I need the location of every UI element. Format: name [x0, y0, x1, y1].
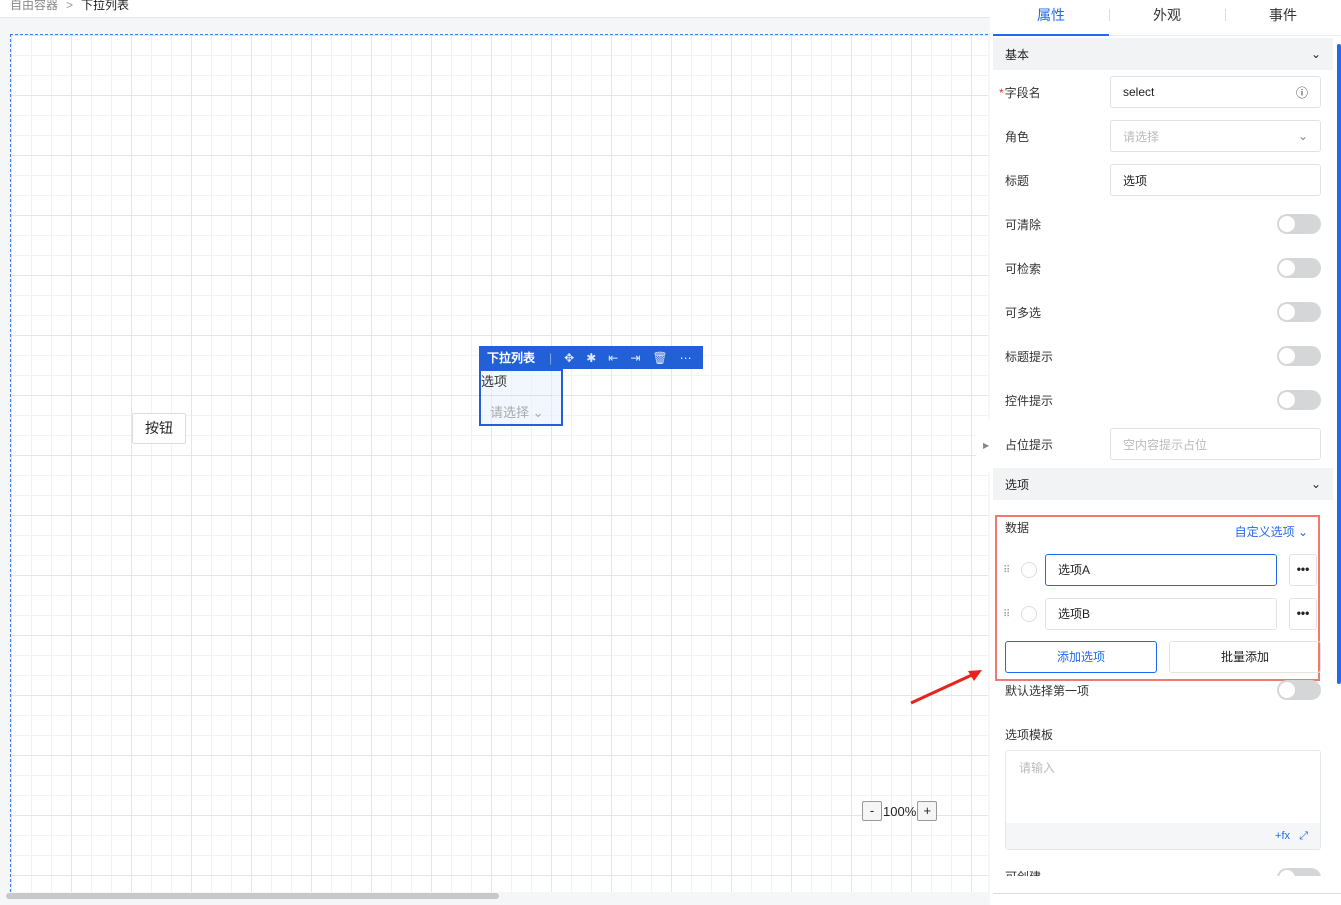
title-value: 选项 — [1123, 173, 1148, 188]
control-tip-row: 控件提示 — [993, 378, 1341, 422]
clearable-toggle[interactable] — [1277, 214, 1321, 234]
trash-icon[interactable]: 🗑 — [652, 351, 667, 365]
widget-toolbar: 下拉列表 | ✥ ✱ ⇤ ⇥ 🗑 ⋯ — [479, 346, 703, 369]
option-radio[interactable] — [1021, 606, 1037, 622]
title-tip-row: 标题提示 — [993, 334, 1341, 378]
option-input[interactable]: 选项A — [1045, 554, 1277, 586]
default-first-toggle[interactable] — [1277, 680, 1321, 700]
option-more-button[interactable]: ••• — [1289, 554, 1317, 586]
section-basic[interactable]: 基本 ⌄ — [993, 38, 1333, 70]
button-widget[interactable]: 按钮 — [132, 413, 186, 444]
title-row: 标题 选项 — [993, 158, 1341, 202]
expand-icon[interactable]: ⤢ — [1299, 830, 1308, 842]
field-name-input[interactable]: select ⓘ — [1110, 76, 1321, 108]
zoom-control: - 100% + — [862, 801, 938, 821]
field-label: 字段名 — [1004, 85, 1041, 100]
creatable-row: 可创建 — [993, 862, 1341, 876]
select-widget[interactable]: 选项 请选择 ⌄ — [479, 369, 563, 426]
chevron-down-icon: ⌄ — [1297, 129, 1308, 143]
info-icon[interactable]: ⓘ — [1296, 84, 1308, 101]
data-label: 数据 — [1005, 521, 1030, 535]
tab-appearance[interactable]: 外观 — [1109, 0, 1225, 35]
template-label: 选项模板 — [1005, 728, 1054, 742]
field-label: 可多选 — [1005, 305, 1042, 320]
select-widget-label: 选项 — [481, 374, 508, 389]
multiple-row: 可多选 — [993, 290, 1341, 334]
field-label: 标题 — [1005, 173, 1030, 188]
vertical-scrollbar[interactable] — [1337, 44, 1341, 684]
option-row: ⠿ 选项B ••• — [1003, 598, 1317, 630]
control-tip-toggle[interactable] — [1277, 390, 1321, 410]
move-icon[interactable]: ✥ — [564, 351, 574, 365]
zoom-out-button[interactable]: - — [862, 801, 882, 821]
toolbar-title: 下拉列表 — [487, 351, 536, 365]
chevron-down-icon: ⌄ — [1297, 525, 1308, 539]
collapse-panel-handle[interactable]: ▶ — [976, 420, 992, 472]
align-left-icon[interactable]: ⇤ — [608, 351, 618, 365]
searchable-row: 可检索 — [993, 246, 1341, 290]
searchable-toggle[interactable] — [1277, 258, 1321, 278]
option-row: ⠿ 选项A ••• — [1003, 554, 1317, 586]
role-select[interactable]: 请选择 ⌄ — [1110, 120, 1321, 152]
section-options[interactable]: 选项 ⌄ — [993, 468, 1333, 500]
tab-events[interactable]: 事件 — [1225, 0, 1341, 35]
chevron-down-icon: ⌄ — [532, 405, 544, 420]
data-mode-value: 自定义选项 — [1234, 525, 1295, 539]
drag-handle-icon[interactable]: ⠿ — [1003, 609, 1017, 620]
chevron-down-icon: ⌄ — [1310, 477, 1321, 491]
option-radio[interactable] — [1021, 562, 1037, 578]
drag-handle-icon[interactable]: ⠿ — [1003, 565, 1017, 576]
breadcrumb-current: 下拉列表 — [81, 0, 130, 12]
field-label: 可清除 — [1005, 217, 1042, 232]
tab-properties[interactable]: 属性 — [993, 0, 1109, 36]
zoom-level: 100% — [883, 803, 917, 819]
placeholder-input[interactable]: 空内容提示占位 — [1110, 428, 1321, 460]
horizontal-scrollbar[interactable] — [6, 893, 499, 899]
multiple-toggle[interactable] — [1277, 302, 1321, 322]
bug-icon[interactable]: ✱ — [586, 351, 596, 365]
placeholder-hint: 空内容提示占位 — [1123, 437, 1208, 452]
creatable-toggle[interactable] — [1277, 868, 1321, 876]
option-more-button[interactable]: ••• — [1289, 598, 1317, 630]
select-widget-placeholder: 请选择 — [490, 405, 530, 420]
section-title: 基本 — [1005, 47, 1030, 62]
breadcrumb: 自由容器 > 下拉列表 — [10, 0, 129, 16]
breadcrumb-parent[interactable]: 自由容器 — [10, 0, 58, 12]
chevron-down-icon: ⌄ — [1310, 47, 1321, 61]
template-textarea[interactable]: 请输入 +fx ⤢ — [1005, 750, 1321, 850]
workspace — [0, 17, 990, 905]
field-label: 控件提示 — [1005, 393, 1054, 408]
default-first-row: 默认选择第一项 — [993, 668, 1341, 712]
option-input[interactable]: 选项B — [1045, 598, 1277, 630]
annotation-arrow-icon — [910, 670, 982, 705]
field-label: 标题提示 — [1005, 349, 1054, 364]
title-tip-toggle[interactable] — [1277, 346, 1321, 366]
role-placeholder: 请选择 — [1123, 129, 1160, 144]
field-name-row: *字段名 select ⓘ — [993, 70, 1341, 114]
field-label: 角色 — [1005, 129, 1030, 144]
divider: | — [549, 350, 553, 365]
field-name-value: select — [1123, 85, 1155, 99]
design-canvas[interactable] — [10, 34, 988, 892]
clearable-row: 可清除 — [993, 202, 1341, 246]
role-row: 角色 请选择 ⌄ — [993, 114, 1341, 158]
breadcrumb-separator: > — [66, 0, 74, 12]
field-label: 默认选择第一项 — [1005, 683, 1090, 698]
field-label: 占位提示 — [1005, 437, 1054, 452]
title-input[interactable]: 选项 — [1110, 164, 1321, 196]
template-placeholder: 请输入 — [1019, 761, 1056, 775]
formula-icon[interactable]: +fx — [1275, 830, 1290, 842]
section-title: 选项 — [1005, 477, 1030, 492]
data-mode-select[interactable]: 自定义选项 ⌄ — [1235, 523, 1308, 540]
required-mark: * — [999, 85, 1004, 100]
panel-footer — [993, 893, 1341, 905]
placeholder-row: 占位提示 空内容提示占位 — [993, 422, 1341, 466]
field-label: 可创建 — [1005, 868, 1041, 876]
field-label: 可检索 — [1005, 261, 1042, 276]
align-right-icon[interactable]: ⇥ — [630, 351, 640, 365]
properties-panel: 属性 外观 事件 基本 ⌄ *字段名 select ⓘ 角色 请选择 ⌄ 标题 选项 可清除… — [993, 0, 1341, 905]
zoom-in-button[interactable]: + — [917, 801, 938, 821]
more-icon[interactable]: ⋯ — [680, 351, 692, 365]
panel-tabs: 属性 外观 事件 — [993, 0, 1341, 36]
